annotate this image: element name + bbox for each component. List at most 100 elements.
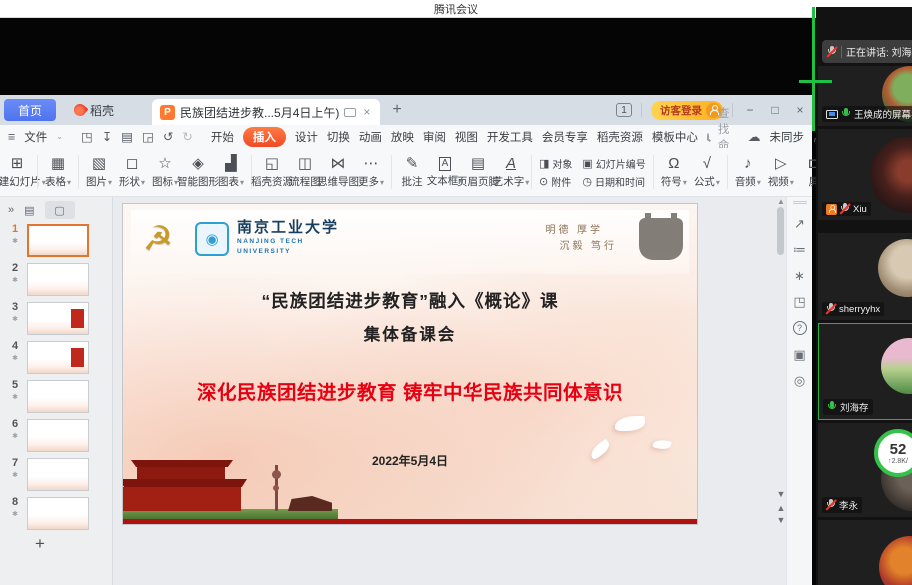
ribbon-textbox[interactable]: 文本框 (427, 156, 458, 188)
scroll-down-icon[interactable]: ▼ (776, 489, 786, 499)
video-icon (775, 156, 787, 172)
ribbon-slide-number[interactable]: 幻灯片编号 (582, 156, 646, 171)
participant-tile-sherryyhx[interactable]: sherryyhx (818, 233, 912, 320)
hamburger-icon[interactable]: ≡ (8, 130, 15, 144)
close-button[interactable] (792, 103, 808, 117)
guest-login-button[interactable]: 访客登录 (651, 100, 723, 120)
rail-drag-handle[interactable] (792, 201, 807, 204)
thumbnail-image[interactable] (27, 497, 89, 530)
rocket-boost-icon[interactable] (794, 217, 805, 230)
ribbon-datetime[interactable]: 日期和时间 (582, 174, 645, 189)
participant-tile-wanghuancheng[interactable]: 王焕成的屏幕共享 (818, 66, 912, 126)
docer-tab[interactable]: 稻壳 (62, 99, 126, 121)
print-icon[interactable]: ▤ (121, 129, 133, 144)
ribbon-new-slide[interactable]: 新建幻灯片 (0, 156, 41, 189)
ribbon-audio[interactable]: 音频 (735, 156, 761, 189)
slide-thumbnail-4[interactable]: 4 (6, 341, 89, 374)
ribbon-chart[interactable]: 图表 (218, 156, 244, 189)
university-name-en1: NANJING TECH (237, 238, 304, 245)
window-count-button[interactable]: 1 (616, 103, 632, 117)
self-mic-muted-icon[interactable] (827, 45, 837, 58)
menu-start[interactable]: 开始 (211, 129, 234, 145)
next-slide-button[interactable]: ▼ (776, 515, 786, 525)
menu-review[interactable]: 审阅 (423, 129, 446, 145)
performance-widget[interactable]: 52 2.8K/ (874, 429, 912, 477)
thumbnail-image[interactable] (27, 263, 89, 296)
ribbon-wordart[interactable]: 艺术字 (493, 156, 525, 189)
ribbon-symbol[interactable]: 符号 (661, 156, 687, 189)
navigate-icon[interactable] (794, 374, 805, 387)
ribbon-formula[interactable]: 公式 (694, 156, 720, 189)
ribbon-object[interactable]: 对象 (539, 156, 572, 171)
menu-template-center[interactable]: 模板中心 (652, 129, 698, 145)
maximize-button[interactable] (767, 103, 783, 117)
save-icon[interactable]: ◳ (81, 129, 93, 144)
tab-close-icon[interactable]: × (361, 105, 372, 119)
collapse-panel-icon[interactable]: » (8, 204, 14, 216)
member-badge-icon (826, 203, 837, 215)
ribbon-comment[interactable]: 批注 (399, 156, 425, 189)
menu-slideshow[interactable]: 放映 (391, 129, 414, 145)
home-tab[interactable]: 首页 (4, 99, 56, 121)
sync-status[interactable]: 未同步 (769, 129, 804, 145)
outline-view-icon[interactable]: ▤ (24, 204, 34, 217)
smart-beautify-icon[interactable] (794, 269, 805, 282)
menu-animation[interactable]: 动画 (359, 129, 382, 145)
vertical-scrollbar-thumb[interactable] (777, 207, 784, 255)
docer-panel-icon[interactable] (793, 348, 805, 361)
ribbon-shape[interactable]: 形状 (119, 156, 145, 189)
object-properties-icon[interactable] (793, 243, 806, 256)
slide-number: 2 (11, 262, 19, 274)
ribbon-docer-resource[interactable]: 稻壳资源 (251, 156, 293, 189)
slide-thumbnail-6[interactable]: 6 (6, 419, 89, 452)
menu-view[interactable]: 视图 (455, 129, 478, 145)
menu-design[interactable]: 设计 (295, 129, 318, 145)
minimize-button[interactable] (742, 103, 758, 117)
window-layout-icon[interactable] (793, 295, 805, 308)
ribbon-more[interactable]: 更多 (358, 156, 384, 189)
ribbon-smartart[interactable]: 智能图形 (177, 156, 219, 189)
ribbon-video[interactable]: 视频 (768, 156, 794, 189)
ribbon-picture[interactable]: 图片 (86, 156, 112, 189)
participant-tile-xiu[interactable]: Xiu (818, 129, 912, 220)
previous-slide-button[interactable]: ▲ (776, 503, 786, 513)
slide-sorter-button[interactable]: ▢ (44, 201, 75, 219)
thumbnail-image[interactable] (27, 380, 89, 413)
ribbon-icon-library[interactable]: 图标 (152, 156, 178, 189)
ribbon-header-footer[interactable]: 页眉页脚 (457, 156, 499, 189)
menu-transition[interactable]: 切换 (327, 129, 350, 145)
participant-tile[interactable] (818, 520, 912, 585)
slide-thumbnail-5[interactable]: 5 (6, 380, 89, 413)
ribbon-table[interactable]: 表格 (45, 156, 71, 189)
ribbon-flowchart[interactable]: 流程图 (289, 156, 321, 189)
new-tab-button[interactable]: + (392, 101, 401, 119)
thumbnail-image[interactable] (27, 302, 89, 335)
ribbon-attachment[interactable]: 附件 (539, 174, 572, 189)
thumbnail-image[interactable] (27, 341, 89, 374)
slide-thumbnail-8[interactable]: 8 (6, 497, 89, 530)
participant-tile-liuhaicun[interactable]: 刘海存 (818, 323, 912, 420)
undo-icon[interactable]: ↺ (163, 129, 173, 144)
menu-devtools[interactable]: 开发工具 (487, 129, 533, 145)
menu-docer-resource[interactable]: 稻壳资源 (597, 129, 643, 145)
slide-canvas[interactable]: ☭ ◉ 南京工业大学 NANJING TECH UNIVERSITY 明德 厚学… (122, 203, 698, 525)
slide-thumbnail-3[interactable]: 3 (6, 302, 89, 335)
redo-icon[interactable]: ↻ (182, 129, 192, 144)
export-icon[interactable]: ↧ (102, 129, 112, 144)
document-tab[interactable]: P 民族团结进步教...5月4日上午) × (152, 99, 381, 125)
print-preview-icon[interactable]: ◲ (142, 129, 154, 144)
thumbnail-image[interactable] (27, 419, 89, 452)
slide-thumbnail-2[interactable]: 2 (6, 263, 89, 296)
participant-tile-liyong[interactable]: 52 2.8K/ 李永 (818, 423, 912, 517)
scroll-up-icon[interactable]: ▲ (777, 197, 785, 206)
help-icon[interactable] (792, 321, 807, 335)
ribbon-mindmap[interactable]: 思维导图 (317, 156, 359, 189)
thumbnail-image[interactable] (27, 458, 89, 491)
thumbnail-image[interactable] (27, 224, 89, 257)
slide-thumbnail-7[interactable]: 7 (6, 458, 89, 491)
slide-thumbnail-1[interactable]: 1 (6, 224, 89, 257)
add-slide-button[interactable]: + (0, 533, 80, 555)
menu-insert[interactable]: 插入 (242, 126, 286, 147)
menu-member[interactable]: 会员专享 (542, 129, 588, 145)
menu-file[interactable]: 文件 (24, 129, 47, 145)
